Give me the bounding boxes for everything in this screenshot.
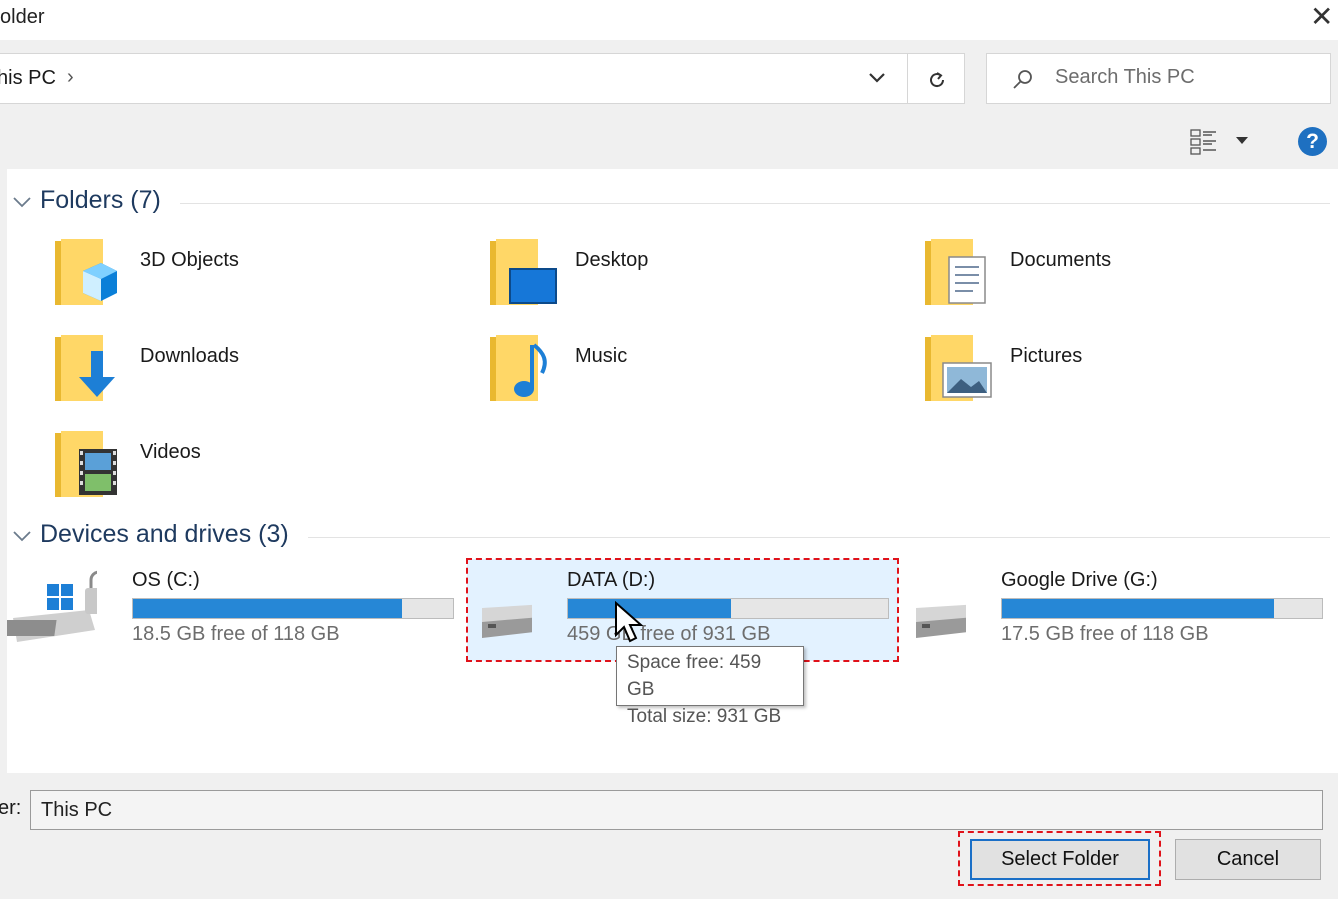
drive-tooltip: Space free: 459 GB Total size: 931 GB — [616, 646, 804, 727]
close-icon[interactable]: ✕ — [1310, 2, 1338, 32]
folder-label: Desktop — [575, 249, 649, 271]
drive-usage-fill — [1002, 599, 1274, 618]
folder-downloads[interactable]: Downloads — [15, 331, 435, 421]
folder-3d-objects[interactable]: 3D Objects — [15, 235, 435, 325]
search-box[interactable] — [986, 53, 1331, 104]
window-title: older — [0, 6, 45, 28]
folder-label: 3D Objects — [140, 249, 239, 271]
folder-label: Downloads — [140, 345, 239, 367]
documents-folder-icon — [925, 239, 986, 305]
videos-folder-icon — [55, 431, 117, 497]
drive-name: Google Drive (G:) — [1001, 569, 1158, 591]
help-icon[interactable]: ? — [1298, 127, 1327, 156]
chevron-down-icon — [13, 531, 31, 542]
group-divider — [180, 203, 1330, 204]
music-folder-icon — [490, 335, 547, 401]
folder-music[interactable]: Music — [450, 331, 870, 421]
folder-label: Pictures — [1010, 345, 1083, 367]
folder-documents[interactable]: Documents — [885, 235, 1305, 325]
view-options-icon[interactable] — [1190, 129, 1218, 155]
windows-drive-icon — [7, 570, 97, 642]
downloads-folder-icon — [55, 335, 115, 401]
group-divider — [308, 537, 1330, 538]
drive-c[interactable]: OS (C:) 18.5 GB free of 118 GB — [7, 560, 454, 656]
folder-label: Videos — [140, 441, 201, 463]
folder-label: Music — [575, 345, 628, 367]
view-dropdown-icon[interactable] — [1234, 135, 1250, 147]
folder-videos[interactable]: Videos — [15, 427, 435, 517]
folder-pictures[interactable]: Pictures — [885, 331, 1305, 421]
drive-name: OS (C:) — [132, 569, 200, 591]
drive-free-text: 18.5 GB free of 118 GB — [132, 623, 340, 645]
title-bar: older ✕ — [0, 0, 1338, 40]
folder-field-row: er: — [0, 783, 1338, 835]
folders-group-title: Folders (7) — [40, 186, 161, 214]
tooltip-total-size: Total size: 931 GB — [627, 706, 782, 727]
desktop-folder-icon — [490, 239, 557, 305]
chevron-down-icon[interactable] — [859, 60, 895, 96]
drive-usage-bar — [1001, 598, 1323, 619]
3d-objects-folder-icon — [55, 239, 117, 305]
cancel-button[interactable]: Cancel — [1175, 839, 1321, 880]
address-path: his PC — [0, 67, 56, 89]
chevron-down-icon — [13, 197, 31, 208]
button-highlight-annotation — [958, 831, 1161, 886]
folder-desktop[interactable]: Desktop — [450, 235, 870, 325]
address-bar[interactable]: his PC › — [0, 53, 908, 104]
refresh-button[interactable] — [908, 53, 965, 104]
drive-usage-bar — [132, 598, 454, 619]
search-icon — [1013, 70, 1032, 89]
folder-label: Documents — [1010, 249, 1112, 271]
drives-group-title: Devices and drives (3) — [40, 520, 289, 548]
drive-g[interactable]: Google Drive (G:) 17.5 GB free of 118 GB — [876, 560, 1323, 656]
refresh-icon — [930, 72, 945, 88]
pictures-folder-icon — [925, 335, 992, 401]
toolbar: ? — [0, 117, 1338, 167]
drive-free-text: 17.5 GB free of 118 GB — [1001, 623, 1209, 645]
folder-input[interactable] — [30, 790, 1323, 830]
drive-usage-fill — [133, 599, 402, 618]
search-input[interactable] — [1055, 66, 1315, 89]
breadcrumb-chevron-icon[interactable]: › — [67, 66, 74, 89]
tooltip-space-free: Space free: 459 GB — [627, 652, 762, 700]
folder-field-label: er: — [0, 797, 22, 819]
